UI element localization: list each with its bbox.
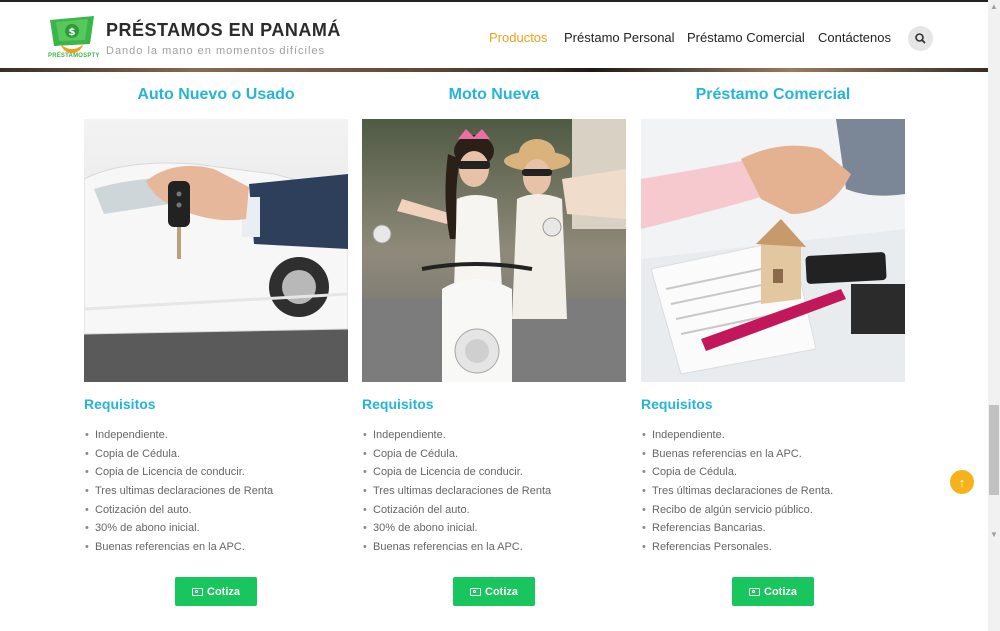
money-icon (192, 587, 203, 596)
requirement-item: Referencias Personales. (641, 538, 833, 557)
product-card-auto: Auto Nuevo o Usado Requisitos Independie… (84, 72, 348, 631)
requirements-title: Requisitos (84, 396, 156, 412)
search-button[interactable] (908, 26, 933, 51)
cotiza-button[interactable]: Cotiza (732, 577, 814, 606)
scroll-to-top-button[interactable]: ↑ (950, 470, 974, 494)
arrow-up-icon: ↑ (958, 474, 966, 490)
requirement-item: Recibo de algún servicio público. (641, 501, 833, 520)
requirements-title: Requisitos (362, 396, 434, 412)
requirement-item: Cotización del auto. (362, 501, 551, 520)
requirement-item: Tres ultimas declaraciones de Renta (84, 482, 273, 501)
card-title: Auto Nuevo o Usado (137, 86, 295, 103)
cotiza-button[interactable]: Cotiza (175, 577, 257, 606)
requirement-item: Copia de Licencia de conducir. (84, 463, 273, 482)
requirement-item: Tres ultimas declaraciones de Renta (362, 482, 551, 501)
money-icon (470, 587, 481, 596)
site-tagline: Dando la mano en momentos difíciles (106, 45, 326, 57)
requirement-item: Cotización del auto. (84, 501, 273, 520)
requirement-item: Copia de Cédula. (84, 445, 273, 464)
nav-item-prestamo-personal[interactable]: Préstamo Personal (564, 30, 675, 45)
card-title: Préstamo Comercial (695, 86, 851, 103)
search-icon (915, 33, 926, 44)
site-title[interactable]: PRÉSTAMOS EN PANAMÁ (106, 20, 341, 41)
cotiza-label: Cotiza (485, 585, 518, 598)
scroll-down-icon[interactable]: ▼ (990, 530, 998, 539)
nav-item-productos[interactable]: Productos (489, 30, 548, 45)
logo-text: PRÉSTAMOSPTY (48, 53, 100, 59)
product-card-moto: Moto Nueva Requisitos Independiente. C (362, 72, 626, 631)
requirement-item: Copia de Cédula. (641, 463, 833, 482)
requirements-list: Independiente. Copia de Cédula. Copia de… (84, 426, 273, 557)
requirement-item: Buenas referencias en la APC. (84, 538, 273, 557)
requirement-item: Tres últimas declaraciones de Renta. (641, 482, 833, 501)
requirement-item: 30% de abono inicial. (84, 519, 273, 538)
requirement-item: Independiente. (641, 426, 833, 445)
requirement-item: Independiente. (362, 426, 551, 445)
requirements-list: Independiente. Copia de Cédula. Copia de… (362, 426, 551, 557)
hand-holding-car-key-image (84, 119, 348, 382)
requirement-item: Buenas referencias en la APC. (641, 445, 833, 464)
requirements-title: Requisitos (641, 396, 713, 412)
cotiza-label: Cotiza (764, 585, 797, 598)
requirement-item: Copia de Licencia de conducir. (362, 463, 551, 482)
requirement-item: Buenas referencias en la APC. (362, 538, 551, 557)
requirement-item: 30% de abono inicial. (362, 519, 551, 538)
two-women-on-scooter-image (362, 119, 626, 382)
nav-item-contactenos[interactable]: Contáctenos (818, 30, 891, 45)
handshake-house-keys-image (641, 119, 905, 382)
scrollbar[interactable]: ▲ ▼ (988, 0, 1000, 631)
cotiza-label: Cotiza (207, 585, 240, 598)
scrollbar-thumb[interactable] (989, 405, 999, 495)
card-title: Moto Nueva (448, 86, 540, 103)
requirements-list: Independiente. Buenas referencias en la … (641, 426, 833, 557)
requirement-item: Copia de Cédula. (362, 445, 551, 464)
svg-text:$: $ (69, 27, 76, 38)
requirement-item: Referencias Bancarias. (641, 519, 833, 538)
requirement-item: Independiente. (84, 426, 273, 445)
product-card-comercial: Préstamo Comercial Requisitos Independie… (641, 72, 905, 631)
site-header: $ PRÉSTAMOSPTY PRÉSTAMOS EN PANAMÁ Dando… (0, 2, 988, 68)
scroll-up-icon[interactable]: ▲ (990, 2, 998, 11)
money-icon (749, 587, 760, 596)
nav-item-prestamo-comercial[interactable]: Préstamo Comercial (687, 30, 805, 45)
cotiza-button[interactable]: Cotiza (453, 577, 535, 606)
